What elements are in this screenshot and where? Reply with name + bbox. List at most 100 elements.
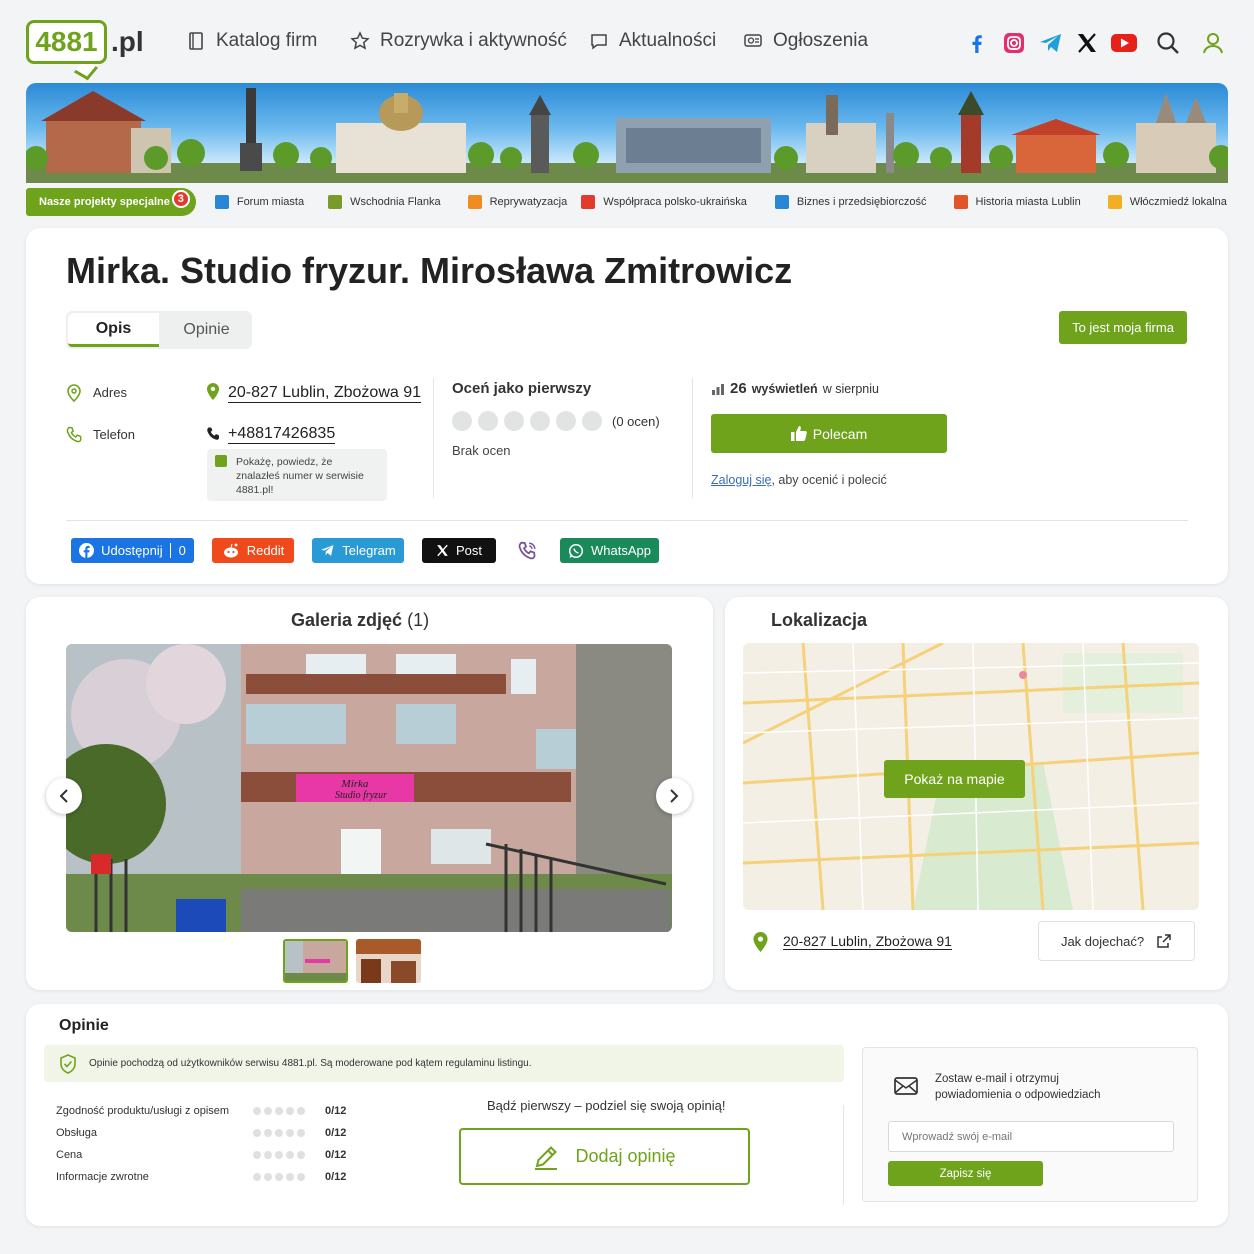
criteria-label: Obsługa (56, 1127, 97, 1139)
gallery-prev-button[interactable] (46, 778, 82, 814)
viber-share-button[interactable] (518, 541, 537, 565)
telegram-share-button[interactable]: Telegram (312, 538, 404, 563)
gallery-thumbnail-active[interactable] (283, 939, 348, 983)
nav-katalog[interactable]: Katalog firm (186, 30, 317, 52)
reddit-share-label: Reddit (246, 543, 285, 558)
login-prompt: Zaloguj się, aby ocenić i polecić (711, 473, 887, 487)
telegram-share-label: Telegram (342, 543, 396, 558)
gallery-next-button[interactable] (656, 778, 692, 814)
directions-button[interactable]: Jak dojechać? (1038, 921, 1195, 961)
viber-icon (518, 541, 536, 560)
external-link-icon (1157, 934, 1171, 948)
nav-label: Katalog firm (216, 30, 318, 51)
facebook-share-label: Udostępnij (101, 543, 163, 558)
phone-note-text: Pokażę, powiedz, że znalazłeś numer w se… (236, 456, 364, 496)
reddit-share-button[interactable]: Reddit (212, 538, 294, 563)
login-link[interactable]: Zaloguj się (711, 473, 771, 487)
youtube-icon[interactable] (1111, 30, 1137, 56)
rating-dot[interactable] (452, 411, 472, 431)
project-item[interactable]: Biznes i przedsiębiorczość (774, 195, 927, 209)
instagram-icon[interactable] (1001, 30, 1027, 56)
project-icon (328, 195, 343, 209)
company-title: Mirka. Studio fryzur. Mirosława Zmitrowi… (66, 250, 793, 291)
location-pin-filled-icon (753, 932, 768, 952)
views-info: 26 wyświetleń w sierpniu (711, 380, 879, 397)
phone-icon (66, 426, 82, 443)
search-icon[interactable] (1155, 30, 1181, 56)
gallery-count: (1) (407, 610, 430, 630)
add-opinion-button[interactable]: Dodaj opinię (459, 1128, 750, 1185)
logo-mini-icon (215, 455, 227, 467)
project-label: Historia miasta Lublin (975, 196, 1081, 208)
logo[interactable]: 4881 (26, 20, 107, 64)
special-projects-button[interactable]: Nasze projekty specjalne 3 (26, 188, 196, 216)
opinions-title: Opinie (59, 1017, 109, 1034)
criteria-score: 0/12 (325, 1171, 347, 1183)
criteria-dots (253, 1102, 325, 1120)
project-label: Biznes i przedsiębiorczość (796, 196, 927, 208)
phone-filled-icon (207, 427, 220, 440)
project-item[interactable]: Historia miasta Lublin (953, 195, 1081, 209)
recommend-button[interactable]: Polecam (711, 414, 947, 453)
rating-dot[interactable] (530, 411, 550, 431)
opinion-criteria: Zgodność produktu/usługi z opisem 0/12 Ob… (56, 1100, 356, 1188)
company-tabs: Opis Opinie (66, 311, 252, 349)
rating-none-text: Brak ocen (452, 443, 511, 458)
project-item[interactable]: Forum miasta (214, 195, 304, 209)
subscribe-button[interactable]: Zapisz się (888, 1161, 1043, 1186)
views-count: 26 (730, 380, 747, 397)
criteria-label: Zgodność produktu/usługi z opisem (56, 1105, 230, 1117)
project-label: Reprywatyzacja (489, 196, 568, 208)
x-share-button[interactable]: Post (422, 538, 496, 563)
claim-company-button[interactable]: To jest moja firma (1059, 311, 1187, 344)
telegram-icon[interactable] (1038, 30, 1064, 56)
project-item[interactable]: Wschodnia Flanka (328, 195, 441, 209)
facebook-icon[interactable] (964, 30, 990, 56)
rating-count: (0 ocen) (612, 413, 660, 429)
x-icon[interactable] (1074, 30, 1100, 56)
user-icon[interactable] (1200, 30, 1226, 56)
views-suffix: w sierpniu (822, 381, 879, 396)
nav-ogloszenia[interactable]: Ogłoszenia (743, 30, 868, 52)
recommend-label: Polecam (812, 425, 868, 442)
project-icon (581, 195, 596, 209)
location-address-link[interactable]: 20-827 Lublin, Zbożowa 91 (783, 933, 952, 950)
divider (433, 378, 434, 498)
logo-suffix: .pl (111, 26, 144, 57)
project-item[interactable]: Reprywatyzacja (467, 195, 568, 209)
rating-dot[interactable] (556, 411, 576, 431)
project-icon (774, 195, 789, 209)
tab-opinie[interactable]: Opinie (161, 311, 252, 349)
reddit-icon (223, 543, 238, 558)
phone-link[interactable]: +48817426835 (228, 425, 336, 444)
nav-rozrywka[interactable]: Rozrywka i aktywność (350, 30, 567, 52)
thumbnail-image (356, 939, 421, 983)
rating-dot[interactable] (504, 411, 524, 431)
criteria-label: Informacje zwrotne (56, 1171, 149, 1183)
nav-label: Rozrywka i aktywność (380, 30, 567, 51)
show-on-map-button[interactable]: Pokaż na mapie (884, 760, 1025, 798)
project-item[interactable]: Włóczmiedź lokalna (1107, 195, 1227, 209)
envelope-icon (894, 1077, 918, 1095)
gallery-thumbnail[interactable] (356, 939, 421, 983)
location-title: Lokalizacja (771, 610, 868, 630)
gallery-main-photo[interactable]: Mirka Studio fryzur (66, 644, 672, 932)
criteria-score: 0/12 (325, 1105, 347, 1117)
rating-dot[interactable] (582, 411, 602, 431)
project-item[interactable]: Współpraca polsko-ukraińska (581, 195, 747, 209)
criteria-label: Cena (56, 1149, 83, 1161)
nav-aktualnosci[interactable]: Aktualności (589, 30, 716, 52)
rating-dots[interactable]: (0 ocen) (452, 411, 660, 431)
criteria-row: Informacje zwrotne 0/12 (56, 1166, 356, 1188)
megaphone-icon (744, 34, 762, 47)
address-link[interactable]: 20-827 Lublin, Zbożowa 91 (228, 384, 422, 403)
whatsapp-share-button[interactable]: WhatsApp (560, 538, 659, 563)
facebook-share-button[interactable]: Udostępnij 0 (71, 538, 194, 563)
email-input[interactable] (888, 1121, 1174, 1152)
tab-opis[interactable]: Opis (68, 313, 159, 347)
views-word: wyświetleń (751, 381, 818, 396)
rating-dot[interactable] (478, 411, 498, 431)
project-icon (953, 195, 968, 209)
address-label: Adres (93, 385, 127, 400)
criteria-score: 0/12 (325, 1149, 347, 1161)
